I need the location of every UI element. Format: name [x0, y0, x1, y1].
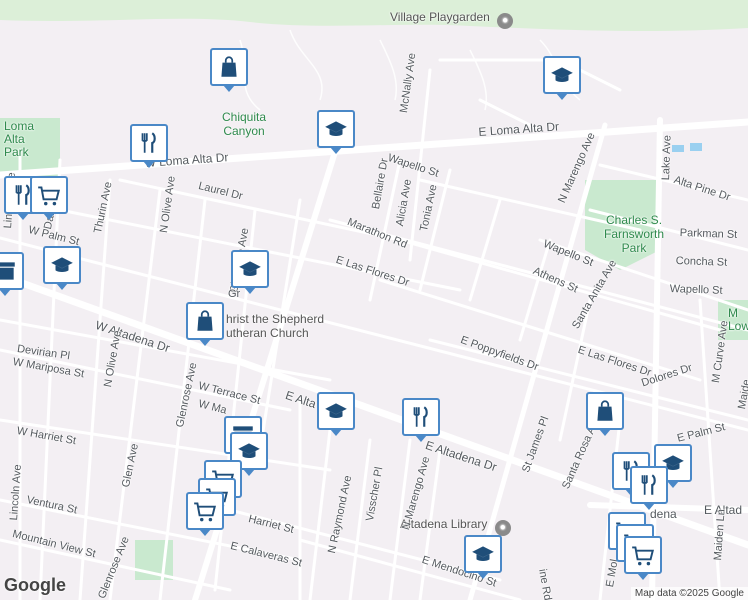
school-marker[interactable] — [317, 392, 355, 436]
shopping-bag-icon — [597, 400, 613, 421]
google-logo: Google — [4, 575, 66, 595]
school-marker[interactable] — [231, 250, 269, 294]
farnsworth-text: Farnsworth — [604, 227, 665, 241]
graduation-cap-icon — [472, 546, 494, 562]
farnsworth-park-label[interactable]: Charles S. Farnsworth Park — [604, 213, 664, 255]
school-marker[interactable] — [43, 246, 81, 290]
restaurant-marker[interactable] — [402, 398, 440, 442]
library-poi-icon: ● — [494, 520, 511, 536]
restaurant-icon — [413, 406, 428, 427]
shopping-cart-icon — [38, 186, 60, 206]
graduation-cap-icon — [551, 67, 573, 83]
loma-alta-park-label[interactable]: Loma Alta Park — [4, 120, 34, 159]
chiquita-canyon-label[interactable]: Chiquita Canyon — [222, 110, 266, 138]
street-label-parkman-st: Parkman St — [679, 227, 738, 241]
christ-shepherd-church-label[interactable]: hrist the Shepherd utheran Church — [226, 312, 324, 340]
street-label-concha-st: Concha St — [675, 255, 728, 269]
street-label-lake-ave: Lake Ave — [660, 134, 674, 181]
restaurant-marker[interactable] — [630, 466, 668, 510]
graduation-cap-icon — [51, 257, 73, 273]
low-text: Low — [728, 319, 748, 333]
shopping-marker[interactable] — [210, 48, 248, 92]
grocery-marker[interactable] — [624, 536, 662, 580]
shopping-cart-icon — [194, 502, 216, 522]
store-marker[interactable] — [0, 252, 24, 296]
park-text: Park — [4, 145, 29, 159]
graduation-cap-icon — [325, 121, 347, 137]
shopping-marker[interactable] — [586, 392, 624, 436]
pool-2 — [690, 143, 702, 151]
charles-text: Charles S. — [606, 213, 663, 227]
restaurant-icon — [141, 132, 156, 153]
school-marker[interactable] — [543, 56, 581, 100]
shopping-cart-icon — [632, 546, 654, 566]
church-line-1: hrist the Shepherd — [226, 312, 325, 326]
canyon-text: Canyon — [223, 124, 265, 138]
street-label-gr: Gr — [228, 288, 241, 300]
restaurant-icon — [641, 474, 656, 495]
street-label-wapello-st-se: Wapello St — [669, 283, 723, 297]
village-playgarden-label[interactable]: Village Playgarden ● — [390, 10, 514, 29]
chiquita-text: Chiquita — [222, 110, 267, 124]
village-playgarden-text: Village Playgarden — [390, 10, 490, 24]
restaurant-marker[interactable] — [130, 124, 168, 168]
m-low-label[interactable]: M Low — [728, 307, 748, 333]
pool-1 — [672, 145, 684, 152]
shopping-bag-icon — [221, 56, 237, 77]
map-attribution[interactable]: Map data ©2025 Google — [630, 587, 748, 600]
hillside-area — [0, 0, 748, 32]
graduation-cap-icon — [325, 403, 347, 419]
church-line-2: utheran Church — [226, 326, 309, 340]
graduation-cap-icon — [239, 261, 261, 277]
farnsworth-park-text: Park — [621, 241, 647, 255]
school-marker[interactable] — [317, 110, 355, 154]
altadena-library-label[interactable]: Altadena Library ● — [400, 517, 511, 536]
education-poi-icon: ● — [497, 13, 514, 29]
shopping-marker[interactable] — [186, 302, 224, 346]
map-canvas[interactable]: Village Playgarden ● Chiquita Canyon Lom… — [0, 0, 748, 600]
store-icon — [0, 262, 15, 280]
grocery-marker[interactable] — [186, 492, 224, 536]
school-marker[interactable] — [464, 535, 502, 579]
shopping-bag-icon — [197, 310, 213, 331]
grocery-marker[interactable] — [30, 176, 68, 220]
